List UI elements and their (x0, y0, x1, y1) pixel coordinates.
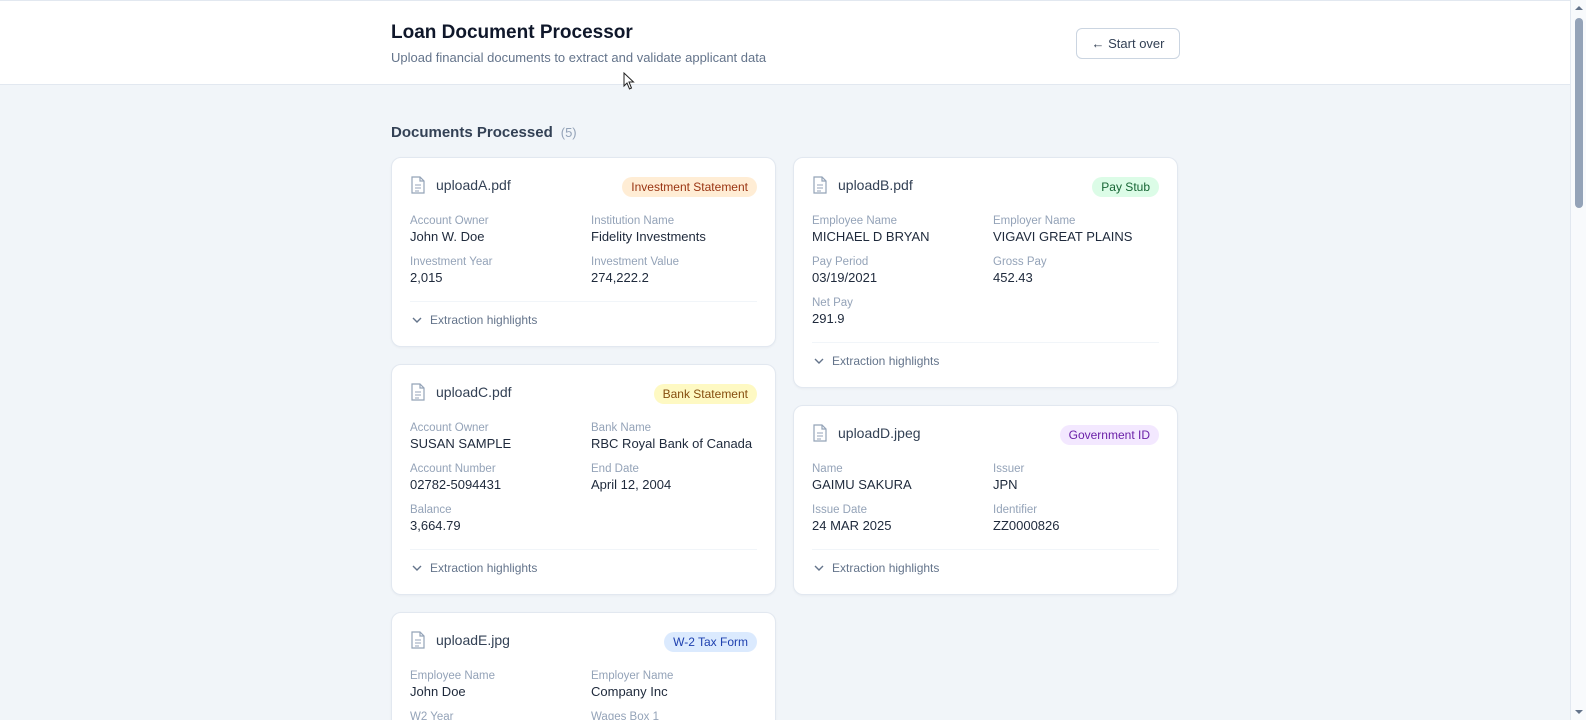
extraction-highlights-toggle[interactable]: Extraction highlights (412, 559, 537, 577)
chevron-down-icon (814, 565, 824, 571)
document-card: uploadD.jpeg Government ID Name GAIMU SAK… (793, 405, 1178, 595)
field-label: Employer Name (993, 215, 1076, 227)
field-label: W2 Year (410, 711, 454, 720)
field-value: John Doe (410, 684, 466, 699)
file-name: uploadD.jpeg (838, 425, 921, 441)
document-card: uploadA.pdf Investment Statement Account… (391, 157, 776, 347)
document-type-badge: Government ID (1059, 425, 1159, 445)
field-label: Investment Year (410, 256, 493, 268)
field-label: Employee Name (410, 670, 496, 682)
document-icon (411, 176, 425, 194)
scrollbar-thumb[interactable] (1575, 18, 1583, 208)
document-icon (411, 631, 425, 649)
field-label: Issuer (993, 463, 1025, 475)
extraction-highlights-label: Extraction highlights (430, 561, 538, 575)
field-label: Net Pay (812, 297, 853, 309)
page-subtitle: Upload financial documents to extract an… (391, 50, 767, 65)
field-label: End Date (591, 463, 639, 475)
field-value: VIGAVI GREAT PLAINS (993, 229, 1133, 244)
extraction-highlights-toggle[interactable]: Extraction highlights (814, 352, 939, 370)
chevron-down-icon (814, 358, 824, 364)
field-label: Account Owner (410, 215, 489, 227)
field-value: JPN (993, 477, 1018, 492)
field-label: Gross Pay (993, 256, 1047, 268)
field-label: Bank Name (591, 422, 652, 434)
file-name: uploadE.jpg (436, 632, 510, 648)
document-icon (813, 176, 827, 194)
card-divider (812, 342, 1159, 343)
document-card: uploadB.pdf Pay Stub Employee Name MICHAE… (793, 157, 1178, 388)
document-type-badge: W-2 Tax Form (664, 632, 757, 652)
document-type-badge: Investment Statement (622, 177, 757, 197)
extraction-highlights-toggle[interactable]: Extraction highlights (412, 311, 537, 329)
document-icon (813, 424, 827, 442)
field-label: Employer Name (591, 670, 674, 682)
field-label: Issue Date (812, 504, 867, 516)
field-label: Name (812, 463, 843, 475)
extraction-highlights-label: Extraction highlights (430, 313, 538, 327)
field-value: Company Inc (591, 684, 668, 699)
section-title: Documents Processed (391, 124, 553, 141)
field-value: 02782-5094431 (410, 477, 502, 492)
field-value: April 12, 2004 (591, 477, 672, 492)
card-divider (812, 549, 1159, 550)
field-value: GAIMU SAKURA (812, 477, 912, 492)
field-label: Pay Period (812, 256, 869, 268)
field-label: Investment Value (591, 256, 680, 268)
start-over-button[interactable]: ← Start over (1076, 28, 1180, 59)
card-divider (410, 301, 757, 302)
extraction-highlights-label: Extraction highlights (832, 354, 940, 368)
document-card: uploadE.jpg W-2 Tax Form Employee Name Jo… (391, 612, 776, 720)
document-type-badge: Bank Statement (653, 384, 757, 404)
document-type-badge: Pay Stub (1092, 177, 1159, 197)
field-value: Fidelity Investments (591, 229, 706, 244)
vertical-scrollbar[interactable] (1570, 0, 1586, 720)
extraction-highlights-toggle[interactable]: Extraction highlights (814, 559, 939, 577)
field-value: 3,664.79 (410, 518, 461, 533)
field-value: 03/19/2021 (812, 270, 878, 285)
chevron-down-icon (412, 317, 422, 323)
field-value: SUSAN SAMPLE (410, 436, 512, 451)
field-value: 291.9 (812, 311, 845, 326)
field-value: 274,222.2 (591, 270, 649, 285)
document-icon (411, 383, 425, 401)
field-label: Account Owner (410, 422, 489, 434)
app-header: Loan Document Processor Upload financial… (0, 0, 1570, 85)
field-value: ZZ0000826 (993, 518, 1060, 533)
field-value: MICHAEL D BRYAN (812, 229, 930, 244)
field-value: John W. Doe (410, 229, 485, 244)
card-divider (410, 549, 757, 550)
scroll-down-icon[interactable] (1575, 708, 1583, 716)
documents-count: (5) (560, 125, 577, 140)
mouse-cursor-icon (623, 72, 635, 90)
field-value: 24 MAR 2025 (812, 518, 892, 533)
chevron-down-icon (412, 565, 422, 571)
file-name: uploadB.pdf (838, 177, 913, 193)
field-label: Balance (410, 504, 452, 516)
field-label: Institution Name (591, 215, 675, 227)
field-label: Identifier (993, 504, 1038, 516)
file-name: uploadC.pdf (436, 384, 512, 400)
field-value: RBC Royal Bank of Canada (591, 436, 753, 451)
field-label: Account Number (410, 463, 496, 475)
file-name: uploadA.pdf (436, 177, 511, 193)
extraction-highlights-label: Extraction highlights (832, 561, 940, 575)
field-label: Employee Name (812, 215, 898, 227)
documents-processed-heading: Documents Processed (5) (391, 124, 577, 141)
scroll-up-icon[interactable] (1575, 4, 1583, 12)
field-value: 2,015 (410, 270, 443, 285)
field-value: 452.43 (993, 270, 1033, 285)
document-card: uploadC.pdf Bank Statement Account Owner… (391, 364, 776, 595)
page-title: Loan Document Processor (391, 22, 633, 43)
field-label: Wages Box 1 (591, 711, 659, 720)
